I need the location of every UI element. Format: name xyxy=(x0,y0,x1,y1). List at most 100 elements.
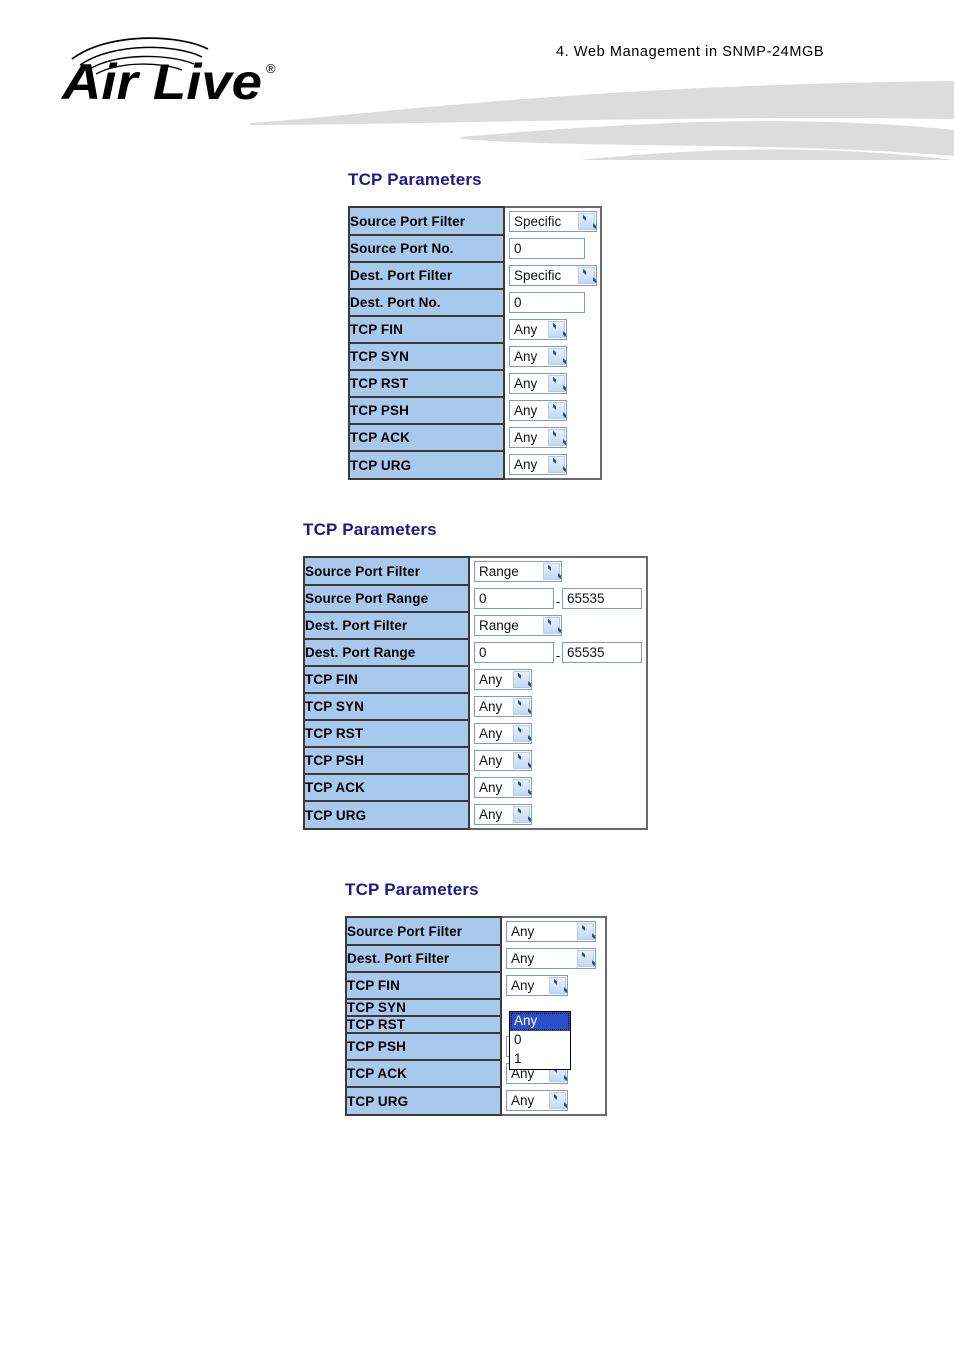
table-row: Source Port No. 0 xyxy=(348,234,601,263)
tcp-psh-select[interactable]: Any xyxy=(509,400,567,421)
dropdown-option-any[interactable]: Any xyxy=(510,1012,570,1031)
chevron-down-icon[interactable] xyxy=(577,950,594,967)
chevron-down-icon[interactable] xyxy=(549,977,566,994)
tcp-urg-select[interactable]: Any xyxy=(509,454,567,475)
tcp-parameters-table-specific: Source Port Filter Specific Source Port … xyxy=(348,206,602,480)
table-row: TCP PSH Any xyxy=(348,396,601,425)
row-label-tcp-fin: TCP FIN xyxy=(348,315,505,344)
dropdown-option-1[interactable]: 1 xyxy=(510,1050,570,1069)
table-row: Dest. Port Filter Range xyxy=(303,611,647,640)
chevron-down-icon[interactable] xyxy=(548,429,565,446)
row-label-dest-port-filter: Dest. Port Filter xyxy=(348,261,505,290)
row-label-source-port-filter: Source Port Filter xyxy=(348,206,505,236)
row-label-dest-port-filter: Dest. Port Filter xyxy=(303,611,470,640)
chevron-down-icon[interactable] xyxy=(513,698,530,715)
row-label-tcp-ack: TCP ACK xyxy=(303,773,470,802)
tcp-ack-select[interactable]: Any xyxy=(509,427,567,448)
source-port-range-to-input[interactable]: 65535 xyxy=(562,588,642,609)
chevron-down-icon[interactable] xyxy=(548,375,565,392)
chevron-down-icon[interactable] xyxy=(578,213,595,230)
table-row: TCP FIN Any xyxy=(303,665,647,694)
table-row: TCP SYN Any xyxy=(348,342,601,371)
row-value-tcp-syn: Any xyxy=(504,343,601,370)
page-header: Air Live ® 4. Web Management in SNMP-24M… xyxy=(0,0,954,160)
tcp-fin-dropdown-list[interactable]: Any 0 1 xyxy=(509,1011,571,1070)
row-value-tcp-ack: Any xyxy=(469,774,647,801)
chevron-down-icon[interactable] xyxy=(513,671,530,688)
table-row: TCP FIN Any xyxy=(348,315,601,344)
row-value-tcp-psh: Any xyxy=(469,747,647,774)
dest-port-filter-select[interactable]: Range xyxy=(474,615,562,636)
source-port-filter-select[interactable]: Range xyxy=(474,561,562,582)
chevron-down-icon[interactable] xyxy=(548,348,565,365)
row-value-tcp-fin: Any xyxy=(504,316,601,343)
tcp-ack-select[interactable]: Any xyxy=(474,777,532,798)
chevron-down-icon[interactable] xyxy=(578,267,595,284)
chevron-down-icon[interactable] xyxy=(548,321,565,338)
tcp-rst-select[interactable]: Any xyxy=(509,373,567,394)
row-value-dest-port-range: 0-65535 xyxy=(469,639,647,666)
tcp-rst-select[interactable]: Any xyxy=(474,723,532,744)
row-value-dest-port-filter: Range xyxy=(469,612,647,639)
section-tcp-parameters-range: TCP Parameters Source Port Filter Range … xyxy=(303,520,648,830)
chevron-down-icon[interactable] xyxy=(543,563,560,580)
row-label-tcp-fin: TCP FIN xyxy=(345,971,502,1000)
row-value-source-port-range: 0-65535 xyxy=(469,585,647,612)
row-label-tcp-psh: TCP PSH xyxy=(345,1032,502,1061)
row-label-source-port-range: Source Port Range xyxy=(303,584,470,613)
dest-port-filter-select[interactable]: Specific xyxy=(509,265,597,286)
row-label-dest-port-filter: Dest. Port Filter xyxy=(345,944,502,973)
dest-port-range-from-input[interactable]: 0 xyxy=(474,642,554,663)
row-label-tcp-rst: TCP RST xyxy=(345,1015,502,1034)
chevron-down-icon[interactable] xyxy=(549,1092,566,1109)
source-port-no-input[interactable]: 0 xyxy=(509,238,585,259)
row-value-source-port-filter: Any xyxy=(501,917,606,945)
table-row: Dest. Port Range 0-65535 xyxy=(303,638,647,667)
chevron-down-icon[interactable] xyxy=(513,725,530,742)
tcp-urg-select[interactable]: Any xyxy=(506,1090,568,1111)
table-row: Dest. Port No. 0 xyxy=(348,288,601,317)
row-value-tcp-urg: Any xyxy=(504,451,601,479)
row-label-tcp-ack: TCP ACK xyxy=(348,423,505,452)
row-value-tcp-fin: Any xyxy=(469,666,647,693)
row-label-source-port-no: Source Port No. xyxy=(348,234,505,263)
row-label-tcp-syn: TCP SYN xyxy=(303,692,470,721)
tcp-syn-select[interactable]: Any xyxy=(509,346,567,367)
tcp-psh-select[interactable]: Any xyxy=(474,750,532,771)
table-row: TCP RST Any xyxy=(348,369,601,398)
table-row: TCP ACK Any xyxy=(348,423,601,452)
section-tcp-parameters-specific: TCP Parameters Source Port Filter Specif… xyxy=(348,170,602,480)
row-label-tcp-urg: TCP URG xyxy=(348,450,505,480)
table-row: Source Port Filter Range xyxy=(303,556,647,586)
table-row: TCP URG Any xyxy=(345,1086,606,1116)
dest-port-range-to-input[interactable]: 65535 xyxy=(562,642,642,663)
row-value-tcp-urg: Any xyxy=(501,1087,606,1115)
section-title: TCP Parameters xyxy=(303,520,437,539)
page-header-title: 4. Web Management in SNMP-24MGB xyxy=(556,44,825,60)
svg-text:®: ® xyxy=(266,61,276,76)
row-label-source-port-filter: Source Port Filter xyxy=(345,916,502,946)
chevron-down-icon[interactable] xyxy=(548,456,565,473)
dest-port-filter-select[interactable]: Any xyxy=(506,948,596,969)
source-port-filter-select[interactable]: Any xyxy=(506,921,596,942)
row-label-tcp-urg: TCP URG xyxy=(303,800,470,830)
chevron-down-icon[interactable] xyxy=(543,617,560,634)
table-row: TCP ACK Any xyxy=(303,773,647,802)
airlive-logo: Air Live ® xyxy=(60,37,276,105)
source-port-range-from-input[interactable]: 0 xyxy=(474,588,554,609)
tcp-fin-select[interactable]: Any xyxy=(474,669,532,690)
chevron-down-icon[interactable] xyxy=(513,752,530,769)
chevron-down-icon[interactable] xyxy=(548,402,565,419)
tcp-fin-select[interactable]: Any xyxy=(509,319,567,340)
dest-port-no-input[interactable]: 0 xyxy=(509,292,585,313)
dropdown-option-0[interactable]: 0 xyxy=(510,1031,570,1050)
tcp-urg-select[interactable]: Any xyxy=(474,804,532,825)
source-port-filter-select[interactable]: Specific xyxy=(509,211,597,232)
row-value-source-port-filter: Range xyxy=(469,557,647,585)
tcp-fin-select-expanded[interactable]: Any xyxy=(506,975,568,996)
tcp-syn-select[interactable]: Any xyxy=(474,696,532,717)
chevron-down-icon[interactable] xyxy=(513,779,530,796)
chevron-down-icon[interactable] xyxy=(577,923,594,940)
row-label-tcp-rst: TCP RST xyxy=(303,719,470,748)
chevron-down-icon[interactable] xyxy=(513,806,530,823)
